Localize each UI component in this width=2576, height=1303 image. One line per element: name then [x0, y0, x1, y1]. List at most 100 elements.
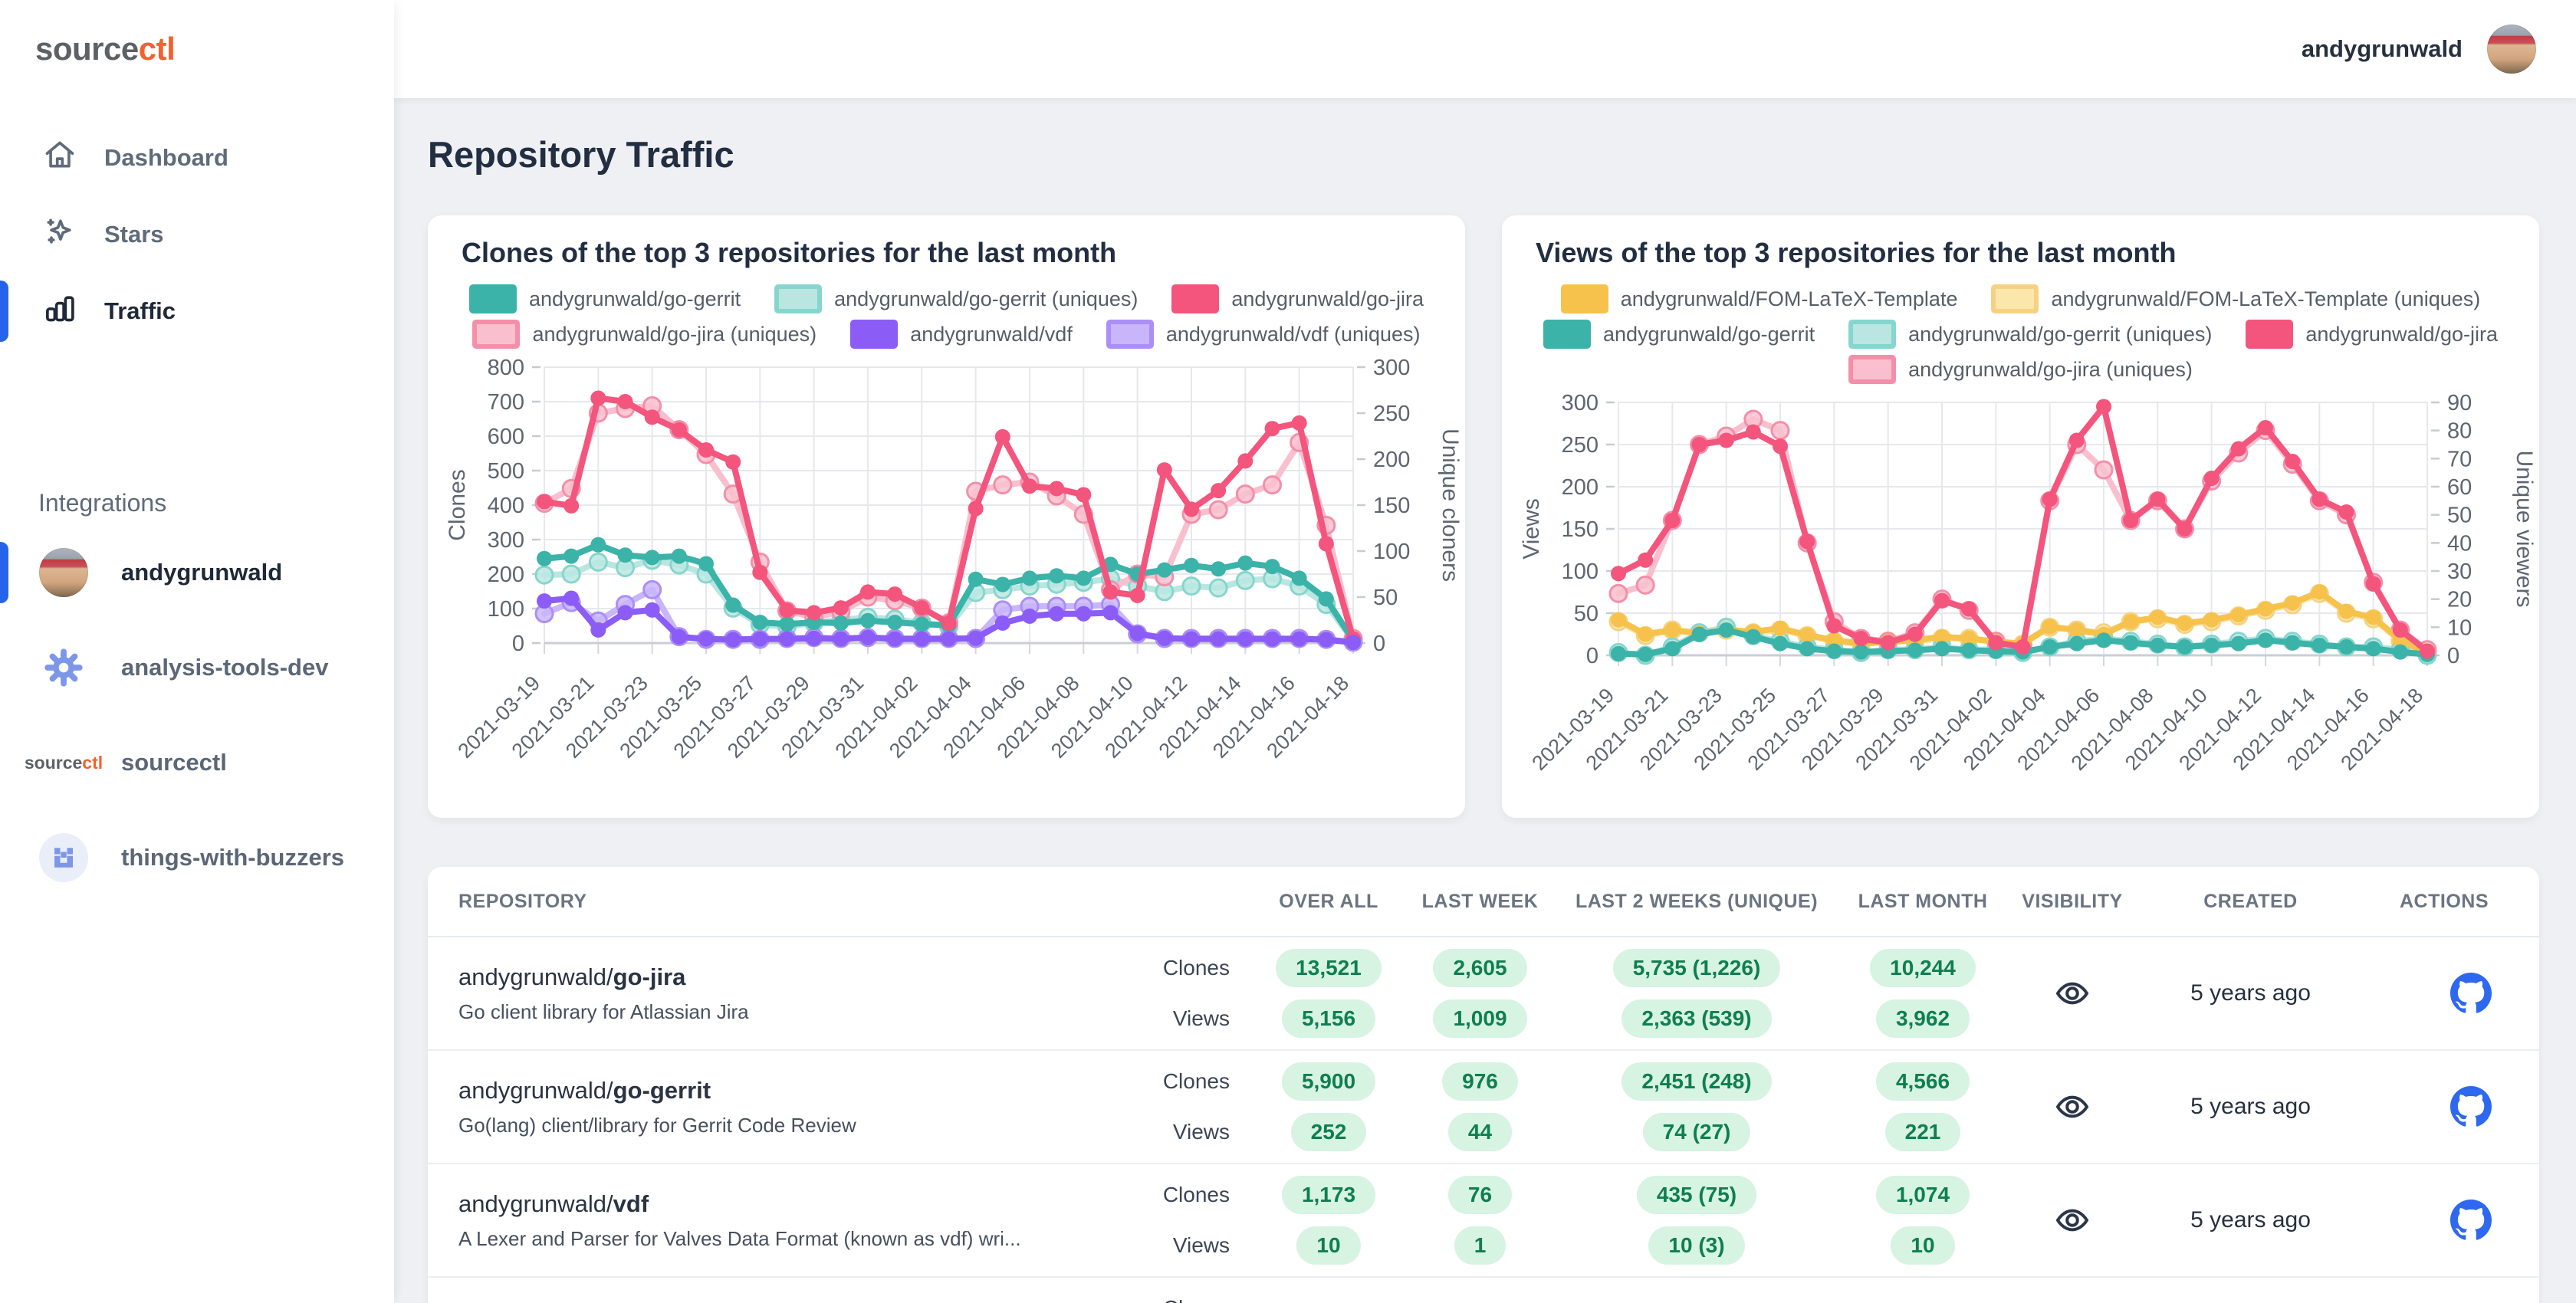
metric-badges: 435 (75) 10 (3): [1543, 1176, 1850, 1265]
sidebar-item-traffic[interactable]: Traffic: [0, 273, 394, 350]
column-header-visibility[interactable]: VISIBILITY: [1996, 891, 2149, 913]
legend-swatch-icon: [850, 320, 899, 349]
views-badge: 1,009: [1433, 999, 1527, 1038]
column-header-last-month[interactable]: LAST MONTH: [1850, 891, 1996, 913]
table-row: andygrunwald/go-gerrit Go(lang) client/li…: [428, 1051, 2539, 1164]
svg-text:800: 800: [487, 356, 524, 380]
created-cell: 5 years ago: [2190, 1207, 2311, 1232]
legend-item[interactable]: andygrunwald/go-jira (uniques): [472, 320, 816, 349]
legend-item[interactable]: andygrunwald/FOM-LaTeX-Template (uniques…: [1991, 284, 2480, 313]
chart-area: 0 100 200 300 400 500 600 700 800 0 50 100 150 200 250…: [428, 355, 1465, 804]
views-badge: 10: [1891, 1226, 1955, 1265]
column-header-actions[interactable]: ACTIONS: [2352, 891, 2539, 913]
clones-badge: 4,566: [1875, 1062, 1970, 1101]
metric-badges: 4,566 221: [1850, 1062, 1996, 1151]
metric-labels: ClonesViews: [1162, 1183, 1230, 1257]
legend-row: andygrunwald/go-gerrit andygrunwald/go-ge…: [1502, 320, 2539, 349]
sidebar-nav: Dashboard Stars Traffic: [0, 120, 394, 350]
column-header-over-all[interactable]: OVER ALL: [1240, 891, 1417, 913]
clones-badge: 76: [1447, 1176, 1513, 1214]
table-header: REPOSITORY OVER ALL LAST WEEK LAST 2 WEEKS …: [428, 867, 2539, 937]
legend-swatch-icon: [1106, 320, 1154, 349]
table-row: andygrunwald/vdf A Lexer and Parser for V…: [428, 1164, 2539, 1278]
metric-badges: 1,074 10: [1850, 1176, 1996, 1265]
views-badge: 3,962: [1875, 999, 1970, 1038]
legend-item[interactable]: andygrunwald/go-jira: [1171, 284, 1424, 313]
svg-text:80: 80: [2447, 419, 2472, 444]
user-avatar[interactable]: [2487, 25, 2536, 74]
column-header-last-week[interactable]: LAST WEEK: [1417, 891, 1543, 913]
github-link-icon[interactable]: [2352, 973, 2539, 1014]
svg-text:100: 100: [1561, 560, 1598, 584]
visibility-icon[interactable]: [1996, 1202, 2149, 1239]
legend-label: andygrunwald/go-gerrit: [528, 287, 741, 310]
legend-label: andygrunwald/go-gerrit (uniques): [1908, 322, 2213, 346]
sidebar-integration-things-with-buzzers[interactable]: things-with-buzzers: [0, 810, 394, 905]
repository-name[interactable]: andygrunwald/vdf: [458, 1190, 1125, 1218]
views-badge: 221: [1884, 1113, 1961, 1151]
legend-item[interactable]: andygrunwald/go-gerrit: [468, 284, 741, 313]
column-header-created[interactable]: CREATED: [2149, 891, 2352, 913]
legend-item[interactable]: andygrunwald/go-jira (uniques): [1848, 355, 2193, 384]
repository-cell[interactable]: andygrunwald/go-jira Go client library fo…: [428, 963, 1125, 1024]
table-row: andygrunwald/go-jira Go client library fo…: [428, 937, 2539, 1051]
legend-item[interactable]: andygrunwald/vdf (uniques): [1106, 320, 1421, 349]
column-header-repository[interactable]: REPOSITORY: [428, 891, 1125, 913]
views-badge: 10: [1296, 1226, 1361, 1265]
sidebar-item-dashboard[interactable]: Dashboard: [0, 120, 394, 196]
legend-item[interactable]: andygrunwald/vdf: [850, 320, 1073, 349]
integration-label: analysis-tools-dev: [121, 654, 329, 681]
views-chart[interactable]: 0501001502002503000102030405060708090202…: [1503, 390, 2538, 816]
sidebar-item-label: Dashboard: [104, 144, 228, 171]
repository-cell[interactable]: andygrunwald/go-gerrit Go(lang) client/li…: [428, 1077, 1125, 1137]
sidebar-integration-sourcectl[interactable]: sourcectl sourcectl: [0, 715, 394, 810]
views-badge: 44: [1447, 1113, 1513, 1151]
metric-labels: ClonesViews: [1125, 1289, 1240, 1303]
svg-text:0: 0: [1585, 644, 1598, 668]
sidebar-integration-andygrunwald[interactable]: andygrunwald: [0, 525, 394, 620]
metric-badges: 2,605 1,009: [1417, 949, 1543, 1038]
views-badge: 10 (3): [1648, 1226, 1745, 1265]
repository-name[interactable]: andygrunwald/go-gerrit: [458, 1077, 1125, 1104]
legend-row: andygrunwald/go-jira (uniques) andygrunwa…: [428, 320, 1465, 349]
metric-badges: 13,521 5,156: [1240, 949, 1417, 1038]
legend-row: andygrunwald/go-gerrit andygrunwald/go-ge…: [428, 284, 1465, 313]
clones-badge: 5,735 (1,226): [1612, 949, 1781, 987]
username[interactable]: andygrunwald: [2302, 35, 2463, 63]
views-badge: 5,156: [1281, 999, 1376, 1038]
legend-row: andygrunwald/FOM-LaTeX-Template andygrunw…: [1502, 284, 2539, 313]
repository-name[interactable]: andygrunwald/go-jira: [458, 963, 1125, 991]
created-cell: 5 years ago: [2190, 980, 2311, 1006]
legend-item[interactable]: andygrunwald/FOM-LaTeX-Template: [1560, 284, 1957, 313]
legend-swatch-icon: [1848, 355, 1897, 384]
legend-swatch-icon: [472, 320, 521, 349]
legend-swatch-icon: [774, 284, 823, 313]
svg-text:50: 50: [1373, 586, 1398, 610]
column-header-last-2-weeks-unique-[interactable]: LAST 2 WEEKS (UNIQUE): [1543, 891, 1850, 913]
metric-labels: ClonesViews: [1162, 956, 1230, 1030]
sidebar-integration-analysis-tools-dev[interactable]: analysis-tools-dev: [0, 620, 394, 715]
repository-cell[interactable]: andygrunwald/vdf A Lexer and Parser for V…: [428, 1190, 1125, 1251]
legend-item[interactable]: andygrunwald/go-gerrit: [1543, 320, 1815, 349]
legend-item[interactable]: andygrunwald/go-gerrit (uniques): [1848, 320, 2212, 349]
clones-badge: 5,900: [1281, 1062, 1376, 1101]
clones-chart[interactable]: 0 100 200 300 400 500 600 700 800 0 50 100 150 200 250…: [429, 355, 1464, 804]
legend-swatch-icon: [1171, 284, 1220, 313]
svg-text:500: 500: [487, 459, 524, 484]
sourcectl-logo[interactable]: source ctl: [0, 0, 394, 98]
clones-badge: 2,605: [1433, 949, 1527, 987]
svg-text:150: 150: [1561, 517, 1598, 542]
svg-text:60: 60: [2447, 475, 2472, 500]
legend-label: andygrunwald/go-jira: [2305, 322, 2499, 346]
svg-text:700: 700: [487, 390, 524, 415]
github-link-icon[interactable]: [2352, 1086, 2539, 1127]
integration-label: sourcectl: [121, 749, 227, 776]
legend-swatch-icon: [2246, 320, 2294, 349]
github-link-icon[interactable]: [2352, 1200, 2539, 1241]
legend-item[interactable]: andygrunwald/go-gerrit (uniques): [774, 284, 1138, 313]
visibility-icon[interactable]: [1996, 975, 2149, 1012]
visibility-icon[interactable]: [1996, 1088, 2149, 1125]
legend-item[interactable]: andygrunwald/go-jira: [2246, 320, 2498, 349]
repository-description: Go(lang) client/library for Gerrit Code …: [458, 1113, 856, 1137]
sidebar-item-stars[interactable]: Stars: [0, 196, 394, 273]
